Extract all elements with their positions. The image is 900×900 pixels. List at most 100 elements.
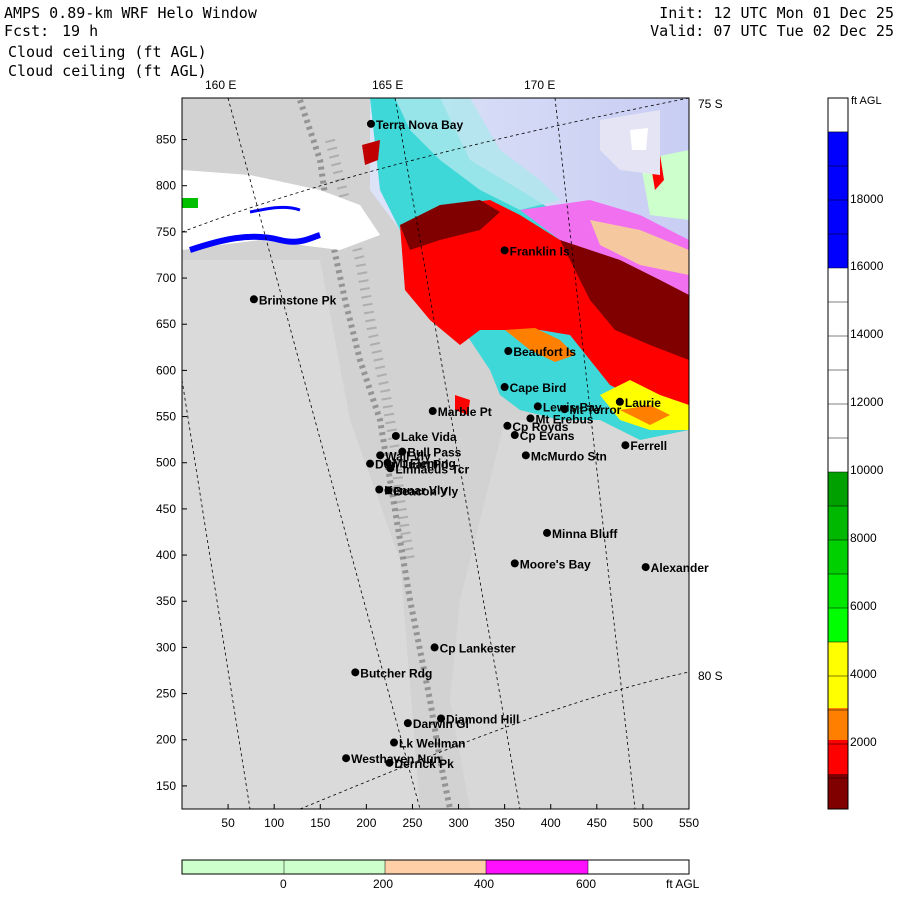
x-tick-label: 300 bbox=[449, 816, 469, 830]
y-tick-label: 350 bbox=[156, 594, 176, 608]
station-label: Mt Fleming bbox=[393, 457, 456, 471]
station-label: Cp Lankester bbox=[440, 641, 516, 655]
station-marker bbox=[430, 643, 439, 652]
station-label: Brimstone Pk bbox=[259, 293, 337, 307]
station-label: Lake Vida bbox=[401, 430, 457, 444]
station-marker bbox=[366, 119, 375, 128]
lon-label-170: 170 E bbox=[524, 78, 555, 92]
station-marker bbox=[398, 447, 407, 456]
station-label: Derrick Pk bbox=[394, 757, 454, 771]
station-marker bbox=[375, 485, 384, 494]
x-tick-label: 250 bbox=[402, 816, 422, 830]
y-tick-label: 450 bbox=[156, 502, 176, 516]
y-tick-label: 500 bbox=[156, 456, 176, 470]
station-label: Cp Evans bbox=[520, 429, 575, 443]
station-marker bbox=[521, 451, 530, 460]
lon-label-165: 165 E bbox=[372, 78, 403, 92]
y-tick-label: 200 bbox=[156, 733, 176, 747]
station-marker bbox=[383, 458, 392, 467]
lat-label-80: 80 S bbox=[698, 669, 723, 683]
station-marker bbox=[510, 559, 519, 568]
x-tick-label: 350 bbox=[495, 816, 515, 830]
x-tick-label: 200 bbox=[356, 816, 376, 830]
station-label: Franklin Is bbox=[510, 244, 570, 258]
colorbar-tick-4000: 4000 bbox=[850, 667, 877, 681]
colorbar-tick-2000: 2000 bbox=[850, 735, 877, 749]
y-tick-label: 650 bbox=[156, 317, 176, 331]
colorbar-unit: ft AGL bbox=[851, 95, 882, 107]
bottom-tick-200: 200 bbox=[373, 877, 393, 891]
island-ice-white bbox=[630, 128, 648, 150]
station-marker bbox=[500, 246, 509, 255]
y-tick-label: 550 bbox=[156, 410, 176, 424]
station-label: McMurdo Stn bbox=[531, 449, 607, 463]
station-label: Darwin Gl bbox=[413, 717, 469, 731]
y-tick-label: 800 bbox=[156, 179, 176, 193]
x-tick-label: 150 bbox=[310, 816, 330, 830]
station-marker bbox=[428, 407, 437, 416]
station-marker bbox=[384, 486, 393, 495]
station-marker bbox=[351, 668, 360, 677]
x-tick-label: 550 bbox=[679, 816, 699, 830]
station-label: Marble Pt bbox=[438, 405, 492, 419]
station-label: Ferrell bbox=[630, 439, 667, 453]
y-tick-label: 300 bbox=[156, 640, 176, 654]
x-tick-label: 400 bbox=[541, 816, 561, 830]
bottom-tick-600: 600 bbox=[576, 877, 596, 891]
y-tick-label: 750 bbox=[156, 225, 176, 239]
station-marker bbox=[342, 754, 351, 763]
station-label: Moore's Bay bbox=[520, 557, 591, 571]
x-tick-label: 50 bbox=[221, 816, 235, 830]
station-label: Terra Nova Bay bbox=[376, 118, 463, 132]
station-label: Beaufort Is bbox=[513, 345, 576, 359]
lat-label-75: 75 S bbox=[698, 97, 723, 111]
x-tick-label: 450 bbox=[587, 816, 607, 830]
station-marker bbox=[641, 563, 650, 572]
station-marker bbox=[366, 459, 375, 468]
lon-label-160: 160 E bbox=[205, 78, 236, 92]
station-marker bbox=[504, 347, 513, 356]
x-tick-label: 500 bbox=[633, 816, 653, 830]
station-label: Butcher Rdg bbox=[360, 666, 432, 680]
x-tick-label: 100 bbox=[264, 816, 284, 830]
cloud-green bbox=[182, 198, 198, 208]
station-marker bbox=[621, 441, 630, 450]
bottom-colorbar: 0 200 400 600 ft AGL bbox=[181, 859, 700, 891]
colorbar: ft AGL 2000 4000 6000 8000 10000 12000 1… bbox=[827, 95, 884, 810]
station-label: Lk Wellman bbox=[399, 737, 465, 751]
station-marker bbox=[391, 431, 400, 440]
colorbar-tick-12000: 12000 bbox=[850, 395, 884, 409]
colorbar-tick-8000: 8000 bbox=[850, 531, 877, 545]
station-label: Laurie bbox=[625, 396, 661, 410]
station-marker bbox=[526, 414, 535, 423]
map-panel: Terra Nova Bay Franklin Is Brimstone Pk Bea… bbox=[156, 78, 884, 891]
y-tick-label: 400 bbox=[156, 548, 176, 562]
station-marker bbox=[390, 738, 399, 747]
bottom-tick-400: 400 bbox=[474, 877, 494, 891]
station-marker bbox=[533, 402, 542, 411]
colorbar-tick-14000: 14000 bbox=[850, 327, 884, 341]
station-marker bbox=[543, 528, 552, 537]
y-tick-label: 250 bbox=[156, 687, 176, 701]
y-tick-label: 150 bbox=[156, 779, 176, 793]
station-label: Cape Bird bbox=[510, 381, 567, 395]
colorbar-tick-18000: 18000 bbox=[850, 192, 884, 206]
colorbar-tick-10000: 10000 bbox=[850, 463, 884, 477]
station-marker bbox=[503, 421, 512, 430]
y-tick-label: 850 bbox=[156, 133, 176, 147]
station-marker bbox=[403, 719, 412, 728]
station-marker bbox=[249, 295, 258, 304]
colorbar-tick-16000: 16000 bbox=[850, 259, 884, 273]
station-label: Mt Erebus bbox=[535, 412, 593, 426]
station-label: Beacon Vly bbox=[393, 484, 458, 498]
station-marker bbox=[500, 383, 509, 392]
station-marker bbox=[385, 758, 394, 767]
bottom-tick-0: 0 bbox=[280, 877, 287, 891]
station-label: Minna Bluff bbox=[552, 527, 618, 541]
station-label: Alexander bbox=[651, 561, 709, 575]
colorbar-tick-6000: 6000 bbox=[850, 599, 877, 613]
y-tick-label: 700 bbox=[156, 271, 176, 285]
y-tick-label: 600 bbox=[156, 363, 176, 377]
bottom-unit: ft AGL bbox=[666, 877, 700, 891]
station-marker bbox=[510, 431, 519, 440]
